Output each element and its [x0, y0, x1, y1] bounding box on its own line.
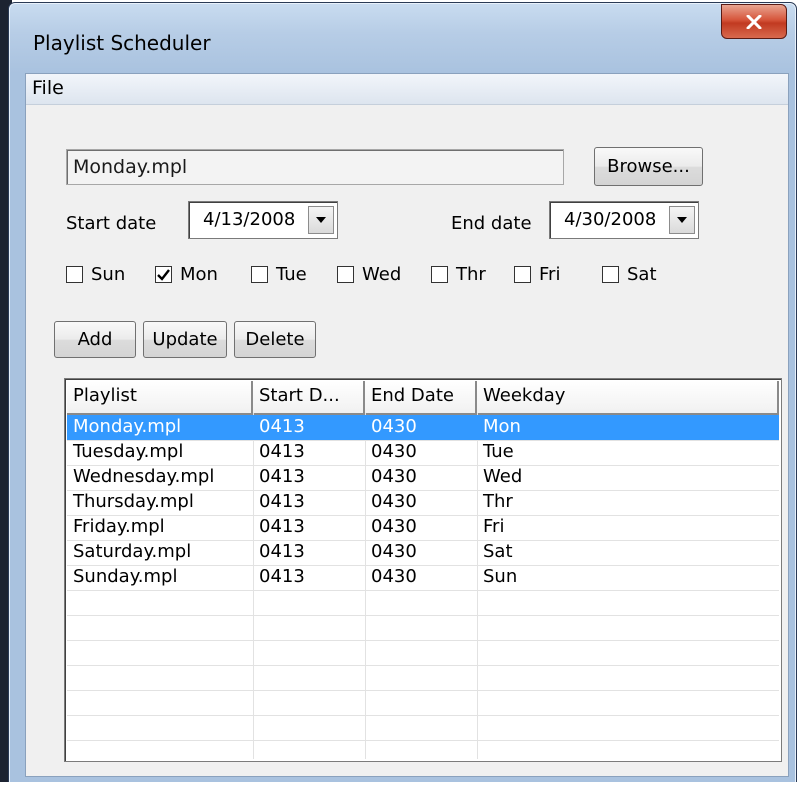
table-cell: Sun: [483, 566, 518, 587]
playlist-scheduler-window: Playlist Scheduler File Monday.mpl Brows…: [8, 2, 797, 784]
playlist-file-field[interactable]: Monday.mpl: [66, 149, 564, 185]
grid-line: [67, 665, 779, 666]
checkbox-checked-icon: [155, 266, 172, 283]
checkbox-fri[interactable]: Fri: [514, 264, 560, 285]
table-cell: 0413: [259, 416, 305, 437]
playlist-schedule-list[interactable]: Playlist Start D... End Date Weekday Monday…: [64, 378, 782, 762]
checkbox-sun[interactable]: Sun: [66, 264, 125, 285]
update-button[interactable]: Update: [143, 321, 227, 358]
checkbox-label: Wed: [362, 264, 402, 285]
table-cell: 0430: [371, 566, 417, 587]
start-date-dropdown-button[interactable]: [308, 206, 334, 234]
table-cell: Fri: [483, 516, 505, 537]
table-cell: Mon: [483, 416, 521, 437]
checkbox-mon[interactable]: Mon: [155, 264, 218, 285]
table-cell: 0413: [259, 516, 305, 537]
table-row[interactable]: Thursday.mpl 0413 0430 Thr: [67, 490, 779, 515]
table-cell: 0413: [259, 466, 305, 487]
delete-button[interactable]: Delete: [234, 321, 316, 358]
checkbox-label: Fri: [539, 264, 561, 285]
table-cell: 0430: [371, 541, 417, 562]
table-cell: 0430: [371, 466, 417, 487]
table-cell: Sat: [483, 541, 513, 562]
table-row[interactable]: Wednesday.mpl 0413 0430 Wed: [67, 465, 779, 490]
table-cell: 0413: [259, 566, 305, 587]
checkbox-unchecked-icon: [431, 266, 448, 283]
chevron-down-icon: [677, 217, 687, 223]
checkbox-sat[interactable]: Sat: [602, 264, 657, 285]
grid-line: [67, 615, 779, 616]
browse-button[interactable]: Browse...: [594, 147, 703, 186]
playlist-file-value: Monday.mpl: [73, 156, 188, 178]
desktop-background-bottom: [0, 782, 799, 793]
table-cell: 0430: [371, 516, 417, 537]
end-date-picker[interactable]: 4/30/2008: [549, 201, 699, 239]
table-row[interactable]: Monday.mpl 0413 0430 Mon: [67, 415, 779, 440]
start-date-picker[interactable]: 4/13/2008: [188, 201, 338, 239]
table-cell: Thursday.mpl: [73, 491, 194, 512]
checkbox-tue[interactable]: Tue: [251, 264, 307, 285]
grid-line: [67, 590, 779, 591]
checkbox-label: Sun: [91, 264, 126, 285]
checkbox-label: Sat: [627, 264, 657, 285]
table-row[interactable]: Friday.mpl 0413 0430 Fri: [67, 515, 779, 540]
column-header-2[interactable]: End Date: [365, 381, 477, 413]
close-icon: [746, 14, 762, 29]
column-header-0[interactable]: Playlist: [67, 381, 253, 413]
start-date-label: Start date: [66, 213, 157, 234]
table-cell: Tue: [483, 441, 514, 462]
table-cell: Tuesday.mpl: [73, 441, 184, 462]
column-header-3[interactable]: Weekday: [477, 381, 779, 413]
checkbox-label: Mon: [180, 264, 218, 285]
table-cell: Thr: [483, 491, 513, 512]
checkbox-label: Tue: [276, 264, 307, 285]
table-cell: 0430: [371, 491, 417, 512]
checkbox-unchecked-icon: [251, 266, 268, 283]
table-cell: 0413: [259, 491, 305, 512]
grid-line: [67, 740, 779, 741]
table-cell: 0430: [371, 441, 417, 462]
table-row[interactable]: Tuesday.mpl 0413 0430 Tue: [67, 440, 779, 465]
table-cell: 0413: [259, 441, 305, 462]
table-cell: Wednesday.mpl: [73, 466, 215, 487]
table-cell: 0430: [371, 416, 417, 437]
checkbox-unchecked-icon: [602, 266, 619, 283]
menu-bar: File: [26, 74, 788, 105]
client-area: File Monday.mpl Browse... Start date 4/1…: [25, 73, 789, 777]
table-cell: Sunday.mpl: [73, 566, 178, 587]
checkbox-unchecked-icon: [514, 266, 531, 283]
table-cell: Friday.mpl: [73, 516, 165, 537]
grid-line: [67, 640, 779, 641]
chevron-down-icon: [316, 217, 326, 223]
end-date-label: End date: [451, 213, 532, 234]
table-row[interactable]: Saturday.mpl 0413 0430 Sat: [67, 540, 779, 565]
grid-line: [67, 690, 779, 691]
checkbox-thr[interactable]: Thr: [431, 264, 486, 285]
end-date-value: 4/30/2008: [564, 209, 657, 230]
column-header-1[interactable]: Start D...: [253, 381, 365, 413]
menu-file[interactable]: File: [32, 77, 64, 99]
start-date-value: 4/13/2008: [203, 209, 296, 230]
table-cell: 0413: [259, 541, 305, 562]
table-row[interactable]: Sunday.mpl 0413 0430 Sun: [67, 565, 779, 590]
title-bar[interactable]: Playlist Scheduler: [9, 3, 796, 67]
grid-line: [67, 715, 779, 716]
end-date-dropdown-button[interactable]: [669, 206, 695, 234]
list-header: Playlist Start D... End Date Weekday: [67, 381, 779, 415]
close-button[interactable]: [721, 4, 787, 39]
table-cell: Monday.mpl: [73, 416, 182, 437]
checkbox-label: Thr: [456, 264, 486, 285]
window-title: Playlist Scheduler: [33, 31, 211, 55]
table-cell: Wed: [483, 466, 523, 487]
checkbox-unchecked-icon: [337, 266, 354, 283]
checkbox-wed[interactable]: Wed: [337, 264, 401, 285]
add-button[interactable]: Add: [54, 321, 136, 358]
checkbox-unchecked-icon: [66, 266, 83, 283]
table-cell: Saturday.mpl: [73, 541, 192, 562]
